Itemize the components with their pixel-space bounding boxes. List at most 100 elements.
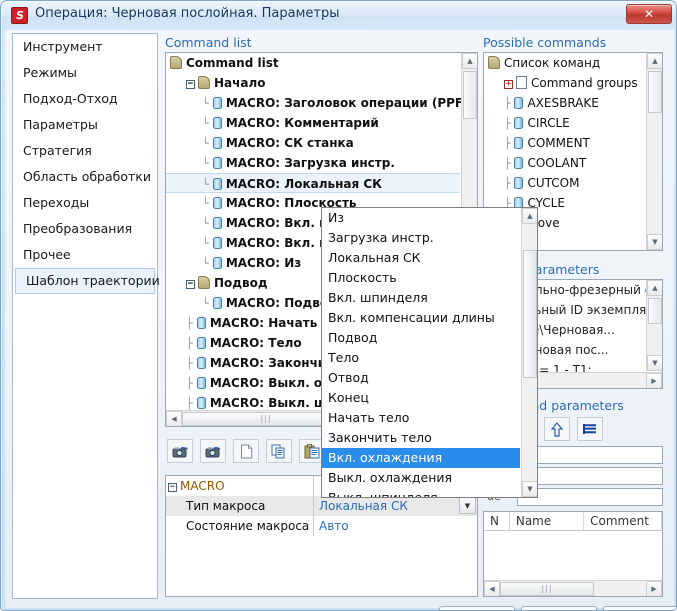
sidebar-item-1[interactable]: Режимы: [13, 60, 157, 86]
dropdown-item-3[interactable]: Плоскость: [322, 268, 520, 288]
sidebar-item-5[interactable]: Область обработки: [13, 164, 157, 190]
copy-button[interactable]: [266, 439, 292, 463]
doc-icon: [516, 76, 527, 89]
scroll-down-icon[interactable]: ▼: [522, 481, 538, 497]
vscroll-thumb[interactable]: [648, 71, 662, 113]
chevron-down-icon[interactable]: ▼: [459, 497, 476, 514]
table-body[interactable]: [484, 531, 662, 576]
command-parameter-field-3[interactable]: [517, 488, 663, 506]
tree-line: ├: [504, 117, 511, 130]
sidebar-item-2[interactable]: Подход-Отход: [13, 86, 157, 112]
tree-row[interactable]: └ MACRO: Комментарий: [166, 113, 460, 133]
scroll-left-icon[interactable]: ◀: [166, 411, 182, 427]
tree-row[interactable]: ├ CUTCOM: [484, 173, 645, 193]
expander-collapse-icon[interactable]: −: [186, 280, 195, 289]
tree-line: └: [202, 257, 209, 270]
possible-commands-vscrollbar[interactable]: ▲ ▼: [646, 53, 662, 250]
dropdown-item-label: Тело: [328, 350, 359, 365]
vscroll-thumb[interactable]: [463, 71, 477, 119]
tree-row[interactable]: Список команд: [484, 53, 645, 73]
dropdown-item-8[interactable]: Отвод: [322, 368, 520, 388]
tree-row[interactable]: +Command groups: [484, 73, 645, 93]
sidebar-item-6[interactable]: Переходы: [13, 190, 157, 216]
global-parameters-vscrollbar[interactable]: ▲ ▼: [646, 280, 662, 371]
expander-expand-icon[interactable]: +: [504, 80, 513, 89]
tree-row[interactable]: −Начало: [166, 73, 460, 93]
scroll-down-icon[interactable]: ▼: [647, 234, 663, 250]
property-value[interactable]: Локальная СК▼: [314, 496, 477, 516]
tree-row[interactable]: ├ COMMENT: [484, 133, 645, 153]
close-icon[interactable]: ✕: [626, 4, 672, 24]
hscroll-track[interactable]: |||: [500, 581, 646, 597]
tree-row-label: MACRO: Комментарий: [226, 116, 379, 130]
sidebar-item-7[interactable]: Преобразования: [13, 216, 157, 242]
expander-collapse-icon[interactable]: −: [186, 80, 195, 89]
dropdown-item-14[interactable]: Выкл. шпинделя: [322, 488, 520, 498]
macro-type-dropdown[interactable]: ИзЗагрузка инстр.Локальная СКПлоскостьВк…: [321, 207, 538, 498]
table-column-header[interactable]: Name: [510, 512, 584, 530]
dropdown-item-2[interactable]: Локальная СК: [322, 248, 520, 268]
sidebar-item-8[interactable]: Прочее: [13, 242, 157, 268]
cylinder-icon: [213, 157, 222, 169]
sidebar-item-0[interactable]: Инструмент: [13, 34, 157, 60]
cancel-button[interactable]: Отмена: [521, 606, 597, 611]
scroll-up-icon[interactable]: ▲: [647, 53, 663, 69]
hscroll-thumb[interactable]: |||: [500, 582, 594, 596]
tree-row[interactable]: ├ COOLANT: [484, 153, 645, 173]
scroll-up-icon[interactable]: ▲: [462, 53, 478, 69]
scroll-down-icon[interactable]: ▼: [647, 355, 663, 371]
sidebar-list[interactable]: ИнструментРежимыПодход-ОтходПараметры Стр…: [12, 33, 158, 599]
scroll-left-icon[interactable]: ◀: [484, 581, 500, 597]
tree-row[interactable]: └ MACRO: Локальная СК: [166, 173, 460, 193]
load-snapshot-button[interactable]: [200, 439, 226, 463]
dropdown-item-6[interactable]: Подвод: [322, 328, 520, 348]
dropdown-item-9[interactable]: Конец: [322, 388, 520, 408]
dropdown-item-10[interactable]: Начать тело: [322, 408, 520, 428]
command-toolbar: ✗: [167, 439, 346, 463]
table-column-header[interactable]: N: [484, 512, 510, 530]
tree-row[interactable]: └ MACRO: Загрузка инстр.: [166, 153, 460, 173]
dialog-window: S Операция: Черновая послойная. Параметр…: [0, 0, 677, 611]
move-up-button[interactable]: [544, 417, 570, 441]
property-row[interactable]: Состояние макросаАвто: [166, 516, 477, 536]
dropdown-item-11[interactable]: Закончить тело: [322, 428, 520, 448]
scroll-up-icon[interactable]: ▲: [522, 208, 538, 224]
scroll-up-icon[interactable]: ▲: [647, 280, 663, 296]
tree-row[interactable]: ├ CIRCLE: [484, 113, 645, 133]
sidebar-item-4[interactable]: Стратегия: [13, 138, 157, 164]
dropdown-item-5[interactable]: Вкл. компенсации длины: [322, 308, 520, 328]
tree-row[interactable]: ├ AXESBRAKE: [484, 93, 645, 113]
list-lines-button[interactable]: [577, 417, 603, 441]
property-row[interactable]: Тип макросаЛокальная СК▼: [166, 496, 477, 516]
sidebar-item-label: Стратегия: [23, 143, 92, 158]
save-snapshot-button[interactable]: [167, 439, 193, 463]
new-document-button[interactable]: [233, 439, 259, 463]
dropdown-item-12[interactable]: Вкл. охлаждения: [322, 448, 520, 468]
dropdown-item-4[interactable]: Вкл. шпинделя: [322, 288, 520, 308]
dropdown-item-1[interactable]: Загрузка инстр.: [322, 228, 520, 248]
vscroll-thumb[interactable]: [523, 250, 537, 378]
ok-button[interactable]: Да: [439, 606, 515, 611]
help-button[interactable]: Справка: [603, 606, 677, 611]
sidebar-item-9[interactable]: Шаблон траектории: [15, 268, 155, 294]
table-hscrollbar[interactable]: ◀ ||| ▶: [484, 580, 662, 596]
vscroll-thumb[interactable]: [648, 298, 662, 324]
sidebar-item-3[interactable]: Параметры: [13, 112, 157, 138]
tree-row[interactable]: └ MACRO: СК станка: [166, 133, 460, 153]
command-parameters-table[interactable]: NNameComment ◀ ||| ▶: [483, 511, 663, 597]
cylinder-icon: [197, 397, 206, 409]
tree-row-label: CIRCLE: [527, 116, 569, 130]
tree-row-label: Подвод: [214, 276, 268, 290]
dropdown-item-7[interactable]: Тело: [322, 348, 520, 368]
dropdown-vscrollbar[interactable]: ▲ ▼: [521, 208, 537, 497]
table-column-header[interactable]: Comment: [584, 512, 662, 530]
tree-row[interactable]: Command list: [166, 53, 460, 73]
property-value[interactable]: Авто: [314, 516, 477, 536]
scroll-right-icon[interactable]: ▶: [646, 373, 662, 389]
cylinder-icon: [197, 377, 206, 389]
scroll-right-icon[interactable]: ▶: [646, 581, 662, 597]
dropdown-item-13[interactable]: Выкл. охлаждения: [322, 468, 520, 488]
expander-collapse-icon[interactable]: −: [168, 483, 177, 492]
tree-row[interactable]: └ MACRO: Заголовок операции (PPFun T...: [166, 93, 460, 113]
dropdown-item-0[interactable]: Из: [322, 208, 520, 228]
